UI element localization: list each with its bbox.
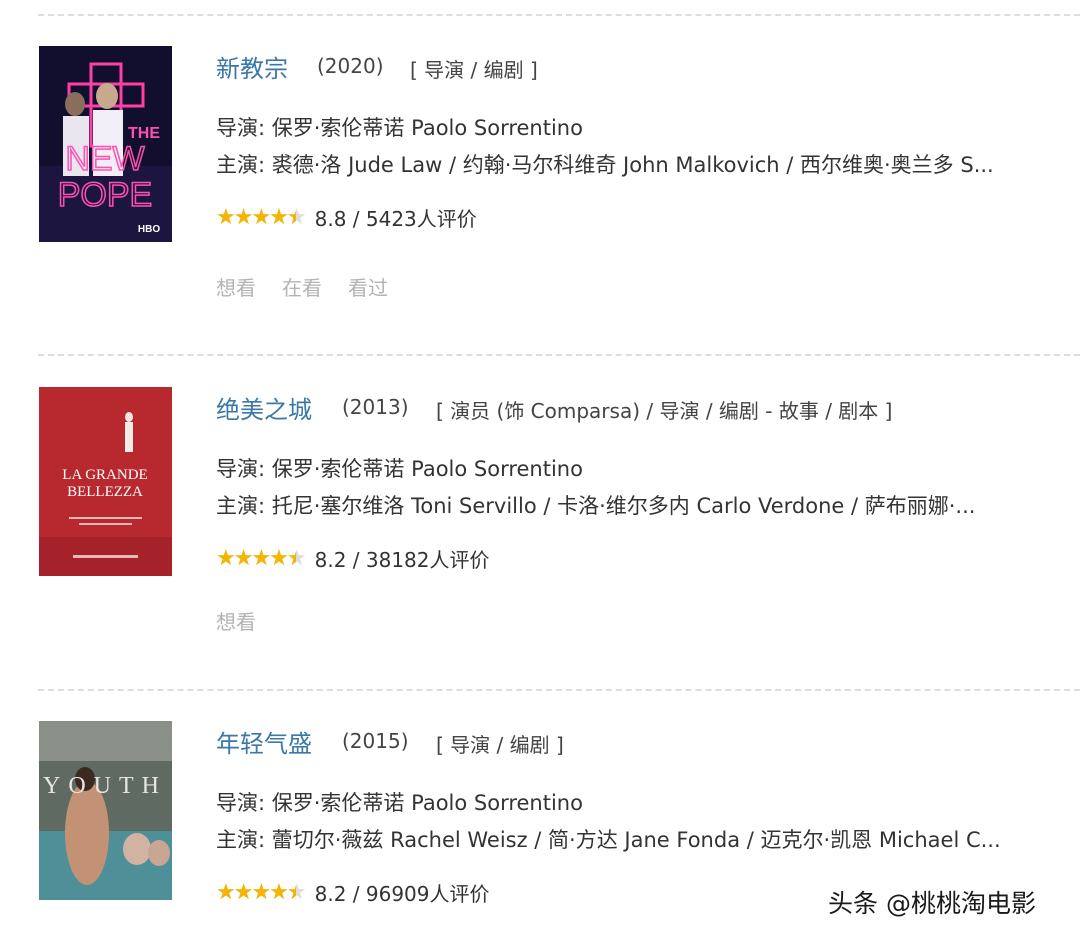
action-row: 想看 在看 看过 <box>216 272 388 301</box>
top-divider <box>38 14 1080 16</box>
rating-stars: ★★★★★ ★★★★★ <box>216 545 307 571</box>
want-to-watch-button[interactable]: 想看 <box>216 606 256 635</box>
movie-poster[interactable]: YOUTH <box>39 721 172 900</box>
poster-title-line: LA GRANDE <box>62 467 147 483</box>
want-to-watch-button[interactable]: 想看 <box>216 272 256 301</box>
poster-badge: HBO <box>138 224 160 235</box>
movie-director: 导演: 保罗·索伦蒂诺 Paolo Sorrentino <box>216 116 583 140</box>
movie-rating: ★★★★★ ★★★★★ 8.2 / 38182人评价 <box>216 544 490 573</box>
movie-title-link[interactable]: 新教宗 <box>216 49 288 84</box>
rating-text: 8.2 / 96909人评价 <box>314 882 490 906</box>
rating-text: 8.8 / 5423人评价 <box>314 207 477 231</box>
poster-title-line: BELLEZZA <box>67 484 143 500</box>
movie-rating: ★★★★★ ★★★★★ 8.2 / 96909人评价 <box>216 878 490 907</box>
source-watermark: 头条 @桃桃淘电影 <box>828 889 1036 918</box>
poster-title-line: POPE <box>58 176 152 214</box>
watched-button[interactable]: 看过 <box>348 272 388 301</box>
movie-year: (2013) <box>342 395 409 419</box>
item-divider <box>38 689 1080 691</box>
movie-roles: [ 导演 / 编剧 ] <box>410 58 538 82</box>
movie-title-link[interactable]: 绝美之城 <box>216 390 312 425</box>
movie-director: 导演: 保罗·索伦蒂诺 Paolo Sorrentino <box>216 457 583 481</box>
movie-year: (2015) <box>342 729 409 753</box>
watching-button[interactable]: 在看 <box>282 272 322 301</box>
action-row: 想看 <box>216 606 256 635</box>
rating-text: 8.2 / 38182人评价 <box>314 548 490 572</box>
movie-year: (2020) <box>317 54 384 78</box>
movie-poster[interactable]: LA GRANDE BELLEZZA <box>39 387 172 576</box>
movie-roles: [ 演员 (饰 Comparsa) / 导演 / 编剧 - 故事 / 剧本 ] <box>436 399 893 423</box>
rating-stars: ★★★★★ ★★★★★ <box>216 204 307 230</box>
rating-stars: ★★★★★ ★★★★★ <box>216 879 307 905</box>
movie-poster[interactable]: THE NEW POPE HBO <box>39 46 172 242</box>
movie-cast: 主演: 蕾切尔·薇兹 Rachel Weisz / 简·方达 Jane Fond… <box>216 828 1001 852</box>
movie-rating: ★★★★★ ★★★★★ 8.8 / 5423人评价 <box>216 203 477 232</box>
poster-title-line: NEW <box>65 140 144 178</box>
movie-director: 导演: 保罗·索伦蒂诺 Paolo Sorrentino <box>216 791 583 815</box>
poster-title-line: YOUTH <box>43 773 167 799</box>
movie-title-link[interactable]: 年轻气盛 <box>216 724 312 759</box>
movie-roles: [ 导演 / 编剧 ] <box>436 733 564 757</box>
item-divider <box>38 354 1080 356</box>
movie-cast: 主演: 托尼·塞尔维洛 Toni Servillo / 卡洛·维尔多内 Carl… <box>216 494 976 518</box>
movie-cast: 主演: 裘德·洛 Jude Law / 约翰·马尔科维奇 John Malkov… <box>216 153 994 177</box>
